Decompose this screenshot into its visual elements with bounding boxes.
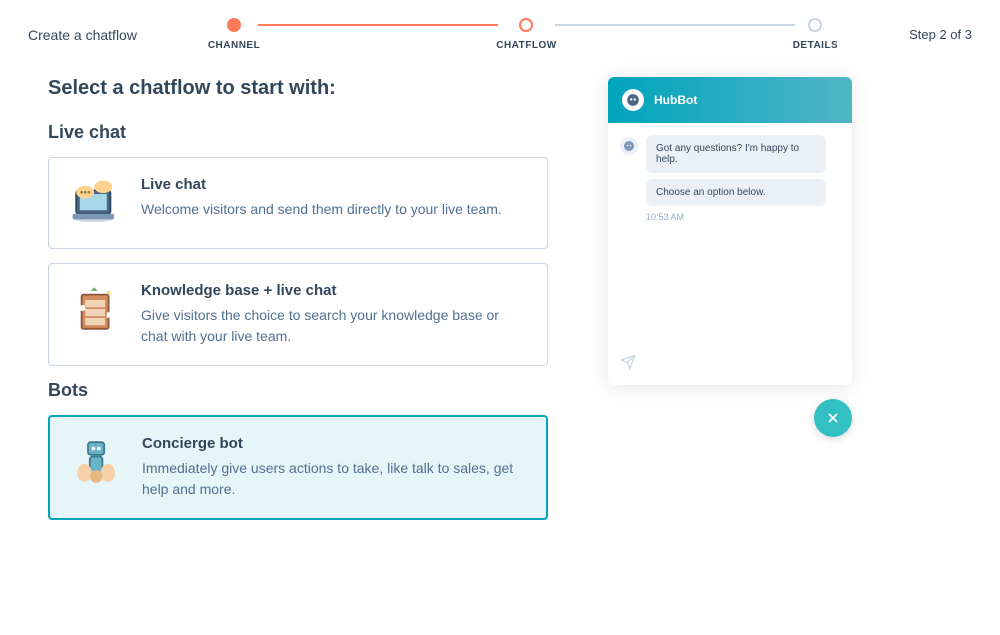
- step-line: [555, 24, 795, 26]
- page-title: Select a chatflow to start with:: [48, 77, 548, 100]
- step-label: DETAILS: [793, 40, 839, 51]
- filing-cabinet-icon: [69, 282, 123, 336]
- breadcrumb: Create a chatflow: [28, 27, 137, 43]
- chat-header: HubBot: [608, 77, 852, 123]
- step-details: DETAILS: [793, 18, 839, 51]
- step-indicator: Step 2 of 3: [909, 27, 972, 42]
- bot-avatar-icon: [622, 89, 644, 111]
- chat-window: HubBot Got any questions? I'm happy to h…: [608, 77, 852, 385]
- section-live-chat-title: Live chat: [48, 122, 548, 143]
- chat-bot-name: HubBot: [654, 93, 697, 107]
- send-icon[interactable]: [620, 357, 636, 374]
- option-knowledge-base[interactable]: Knowledge base + live chat Give visitors…: [48, 263, 548, 366]
- option-title: Knowledge base + live chat: [141, 282, 527, 299]
- option-title: Concierge bot: [142, 435, 526, 452]
- step-circle-done-icon: [227, 18, 241, 32]
- step-label: CHANNEL: [208, 40, 260, 51]
- bot-avatar-small-icon: [620, 137, 638, 155]
- section-bots-title: Bots: [48, 380, 548, 401]
- chat-message: Choose an option below.: [646, 179, 826, 206]
- chat-message: Got any questions? I'm happy to help.: [646, 135, 826, 173]
- step-circle-active-icon: [519, 18, 533, 32]
- option-desc: Welcome visitors and send them directly …: [141, 199, 527, 220]
- option-desc: Immediately give users actions to take, …: [142, 458, 526, 500]
- chat-body: Got any questions? I'm happy to help. Ch…: [608, 123, 852, 344]
- option-concierge-bot[interactable]: Concierge bot Immediately give users act…: [48, 415, 548, 520]
- concierge-bot-icon: [70, 435, 124, 489]
- chat-preview-panel: HubBot Got any questions? I'm happy to h…: [608, 77, 852, 534]
- step-chatflow: CHATFLOW: [496, 18, 556, 51]
- close-chat-button[interactable]: [814, 399, 852, 437]
- step-label: CHATFLOW: [496, 40, 556, 51]
- step-line: [258, 24, 498, 26]
- option-live-chat[interactable]: Live chat Welcome visitors and send them…: [48, 157, 548, 249]
- option-desc: Give visitors the choice to search your …: [141, 305, 527, 347]
- laptop-chat-icon: [69, 176, 123, 230]
- option-title: Live chat: [141, 176, 527, 193]
- stepper: CHANNEL CHATFLOW DETAILS: [167, 18, 879, 51]
- step-circle-icon: [808, 18, 822, 32]
- chat-timestamp: 10:53 AM: [646, 212, 840, 222]
- chat-footer: [608, 344, 852, 385]
- step-channel: CHANNEL: [208, 18, 260, 51]
